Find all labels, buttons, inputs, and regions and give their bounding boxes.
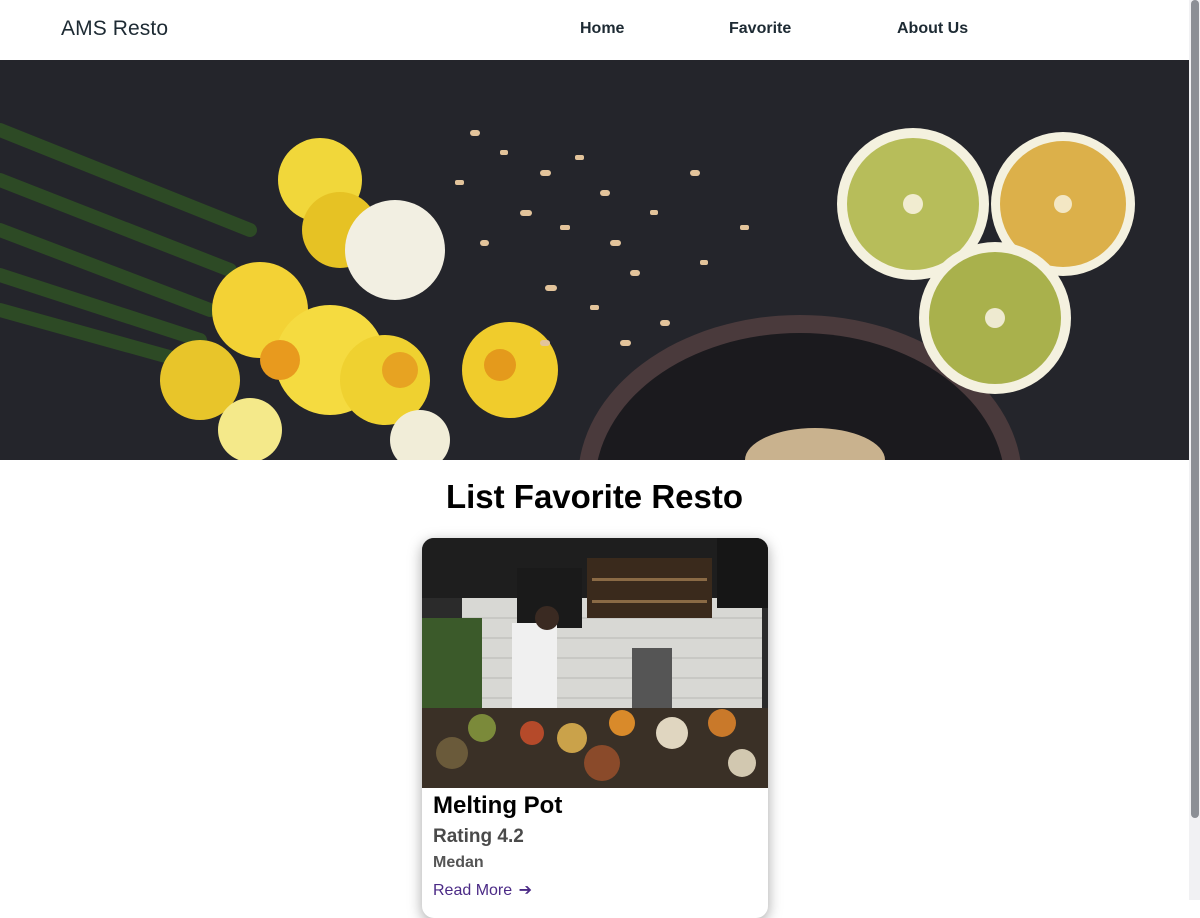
hero-image [0,60,1189,460]
restaurant-card[interactable]: Melting Pot Rating 4.2 Medan Read More ➔ [422,538,768,918]
page-title: List Favorite Resto [445,478,744,515]
nav-about-link[interactable]: About Us [897,20,968,38]
arrow-right-icon: ➔ [518,882,533,899]
page-scrollbar[interactable] [1189,0,1200,900]
app-header: AMS Resto Home Favorite About Us [0,0,1189,60]
read-more-link[interactable]: Read More ➔ [433,880,532,900]
restaurant-photo [422,538,768,788]
restaurant-city: Medan [433,854,484,871]
restaurant-name: Melting Pot [433,792,563,819]
read-more-label: Read More [433,882,513,899]
brand-logo[interactable]: AMS Resto [61,17,168,41]
scrollbar-thumb[interactable] [1191,0,1199,818]
restaurant-rating: Rating 4.2 [433,826,524,847]
nav-home-link[interactable]: Home [580,20,624,38]
nav-favorite-link[interactable]: Favorite [729,20,791,38]
